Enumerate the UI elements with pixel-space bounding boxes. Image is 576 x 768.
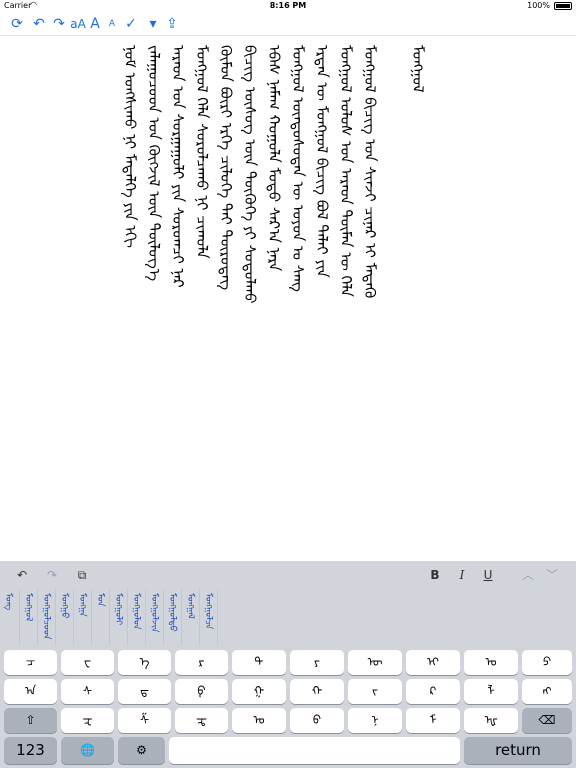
- redo-icon[interactable]: ↷: [50, 15, 68, 33]
- undo-icon[interactable]: ↶: [30, 15, 48, 33]
- delete-key[interactable]: ⌫: [522, 708, 572, 733]
- key[interactable]: ᠣ: [464, 650, 518, 675]
- candidate-word[interactable]: ᠮᠣᠩᠭᠣᠯᠤᠨ: [128, 589, 146, 645]
- text-column: ᠮᠣᠩᠭᠣᠯ ᠪᠢᠴᠢᠭ ᠤᠨ ᠰᠢᠨᠵᠢ ᠴᠢᠨᠠᠷ ᠢ ᠮᠡᠳᠡᠬᠦ: [361, 45, 379, 299]
- status-time: 8:16 PM: [269, 1, 307, 10]
- dropdown-icon[interactable]: ▾: [146, 15, 160, 33]
- key[interactable]: ᠤ: [232, 708, 286, 733]
- candidate-word[interactable]: ᠮᠣᠩᠭᠣᠯᠢ: [110, 589, 128, 645]
- key[interactable]: ᠯ: [464, 679, 518, 704]
- numbers-key[interactable]: 123: [4, 737, 57, 764]
- candidate-word[interactable]: ᠮᠣᠩᠭᠣᠯᠵᠢᠨ: [146, 589, 164, 645]
- status-bar: Carrier ◠ 8:16 PM 100%: [0, 0, 576, 12]
- candidate-word[interactable]: ᠮᠣᠩᠭᠣ: [56, 589, 74, 645]
- key[interactable]: ᠼ: [175, 708, 228, 733]
- text-column: ᠠᠷᠠᠳ ᠤᠨ ᠰᠤᠷᠭᠠᠭᠤᠯᠢ ᠶᠢᠨ ᠰᠤᠷᠤᠭᠴᠢ ᠨᠠᠷ: [169, 45, 187, 288]
- candidate-word[interactable]: ᠮᠣᠩᠭᠣᠯᠴᠠ: [200, 589, 218, 645]
- candidate-word[interactable]: ᠮᠣᠩᠭᠣᠯ: [20, 589, 38, 645]
- text-column: ᠮᠣᠩᠭᠣᠯ ᠬᠡᠯᠡ ᠰᠤᠷᠤᠯᠴᠠᠬᠤ ᠨᠢ ᠴᠢᠬᠤᠯᠠ: [193, 45, 211, 259]
- text-column: ᠡᠪᠡᠰ ᠨᠠᠮᠠᠭ ᠬᠣᠭᠣᠯᠠ ᠮᠣᠳᠣ ᠰᠠᠷ᠎ᠠ ᠨᠠᠷᠠ: [265, 45, 283, 272]
- key[interactable]: ᠺ: [406, 679, 460, 704]
- key[interactable]: ᠱ: [118, 708, 171, 733]
- key[interactable]: ᠽ: [61, 708, 114, 733]
- mongolian-text-view[interactable]: ᠮᠣᠩᠭᠣᠯ ᠮᠣᠩᠭᠣᠯ ᠪᠢᠴᠢᠭ ᠤᠨ ᠰᠢᠨᠵᠢ ᠴᠢᠨᠠᠷ ᠢ ᠮᠡᠳ…: [0, 37, 576, 550]
- text-column: ᠪᠢᠴᠢᠭ ᠦᠰᠦᠭ ᠦᠨ ᠲᠦᠬᠦᠬᠡ ᠶᠢ ᠰᠤᠳᠤᠯᠬᠤ: [241, 45, 259, 304]
- mongolian-keyboard: ↶ ↷ ⧉ B I U ︿ ﹀ ᠮᠣᠩ ᠮᠣᠩᠭᠣᠯ ᠮᠣᠩᠭᠣᠯᠴᠤᠳ ᠮᠣᠩ…: [0, 561, 576, 768]
- keyboard-copy-icon[interactable]: ⧉: [72, 565, 92, 585]
- candidate-bar: ᠮᠣᠩ ᠮᠣᠩᠭᠣᠯ ᠮᠣᠩᠭᠣᠯᠴᠤᠳ ᠮᠣᠩᠭᠣ ᠮᠣᠩᠭᠠ ᠮᠣᠨ ᠮᠣᠩ…: [0, 589, 236, 645]
- underline-button[interactable]: U: [478, 565, 498, 585]
- space-bar[interactable]: [169, 737, 460, 764]
- key[interactable]: ᠾ: [464, 708, 518, 733]
- key[interactable]: ᠨ: [348, 708, 402, 733]
- key[interactable]: ᠩ: [522, 679, 572, 704]
- checkmark-icon[interactable]: ✓: [124, 15, 138, 33]
- text-column: ᠨᠣᠮ ᠤᠩᠰᠢᠬᠤ ᠨᠢ ᠮᠡᠳᠡᠯᠭᠡ ᠶᠢᠨ ᠡᠬᠢ: [121, 45, 139, 248]
- candidate-word[interactable]: ᠮᠣᠩᠭᠠᠯ: [182, 589, 200, 645]
- editor-toolbar: ⟳ ↶ ↷ aA A A ✓ ▾ ⇪: [0, 12, 576, 36]
- key[interactable]: ᠳ: [118, 679, 171, 704]
- keyboard-redo-icon[interactable]: ↷: [42, 565, 62, 585]
- chevron-down-icon[interactable]: ﹀: [542, 565, 562, 585]
- bold-button[interactable]: B: [425, 565, 445, 585]
- candidate-word[interactable]: ᠮᠣᠩᠭᠣᠯᠳᠤ: [164, 589, 182, 645]
- key[interactable]: ᠪ: [290, 708, 344, 733]
- shift-key[interactable]: ⇧: [4, 708, 57, 733]
- candidate-word[interactable]: ᠮᠣᠩ: [0, 589, 20, 645]
- key[interactable]: ᠴ: [4, 650, 57, 675]
- key[interactable]: ᠢ: [406, 650, 460, 675]
- italic-button[interactable]: I: [452, 565, 472, 585]
- key[interactable]: ᠸ: [61, 650, 114, 675]
- text-column: ᠮᠣᠩᠭᠣᠯ ᠦᠨᠳᠦᠰᠦᠲᠡᠨ ᠦ ᠣᠶᠤᠨ ᠤ ᠰᠠᠩ: [289, 45, 307, 292]
- candidate-word[interactable]: ᠮᠣᠩᠭᠣᠯᠴᠤᠳ: [38, 589, 56, 645]
- key[interactable]: ᠦ: [348, 650, 402, 675]
- text-column: ᠮᠣᠩᠭᠣᠯ ᠤᠯᠤᠰ ᠤᠨ ᠠᠷᠠᠳ ᠲᠦᠮᠡᠨ ᠦ ᠬᠡᠯᠡ: [337, 45, 355, 297]
- text-column: ᠮᠣᠩᠭᠣᠯ: [409, 45, 427, 93]
- text-column: ᠬᠦᠮᠦᠨ ᠪᠦᠷᠢ ᠡᠷᠬᠡ ᠴᠢᠯᠥᠭᠡ ᠲᠡᠢ ᠲᠥᠷᠥᠳᠡᠭ: [217, 45, 235, 291]
- keyboard-undo-icon[interactable]: ↶: [12, 565, 32, 585]
- key[interactable]: ᠬ: [290, 679, 344, 704]
- key[interactable]: ᠭ: [232, 679, 286, 704]
- chevron-up-icon[interactable]: ︿: [518, 565, 538, 585]
- globe-icon[interactable]: 🌐: [61, 737, 114, 764]
- font-smaller-icon[interactable]: A: [106, 15, 118, 33]
- key[interactable]: ᠶ: [290, 650, 344, 675]
- keyboard-toolbar: ↶ ↷ ⧉ B I U ︿ ﹀: [0, 561, 576, 589]
- key[interactable]: ᠠ: [4, 679, 57, 704]
- key[interactable]: ᠹ: [175, 679, 228, 704]
- refresh-icon[interactable]: ⟳: [8, 15, 26, 33]
- key[interactable]: ᠫ: [522, 650, 572, 675]
- key[interactable]: ᠡ: [118, 650, 171, 675]
- candidate-word[interactable]: ᠮᠣᠩᠭᠠ: [74, 589, 92, 645]
- text-column: ᠵᠠᠯᠠᠭᠤᠴᠤᠳ ᠤᠨ ᠬᠥᠭᠵᠢᠯ ᠦᠨ ᠲᠥᠯᠥᠭ᠎ᠡ: [145, 45, 163, 282]
- return-key[interactable]: return: [464, 737, 572, 764]
- battery-percent: 100%: [527, 1, 550, 10]
- key[interactable]: ᠲ: [232, 650, 286, 675]
- key[interactable]: ᠵ: [348, 679, 402, 704]
- candidate-word[interactable]: ᠮᠣᠨ: [92, 589, 110, 645]
- text-column: ᠡᠷᠲᠡᠨ ᠦ ᠮᠣᠩᠭᠣᠯ ᠪᠢᠴᠢᠭ ᠪᠣᠯ ᠲᠠᠯᠠᠢ ᠶᠢᠨ: [313, 45, 331, 278]
- settings-gear-icon[interactable]: ⚙: [118, 737, 165, 764]
- key[interactable]: ᠰ: [61, 679, 114, 704]
- key[interactable]: ᠮ: [406, 708, 460, 733]
- font-larger-icon[interactable]: A: [88, 15, 102, 33]
- key[interactable]: ᠷ: [175, 650, 228, 675]
- share-icon[interactable]: ⇪: [164, 15, 180, 33]
- font-style-icon[interactable]: aA: [68, 15, 88, 33]
- battery-icon: [554, 2, 572, 10]
